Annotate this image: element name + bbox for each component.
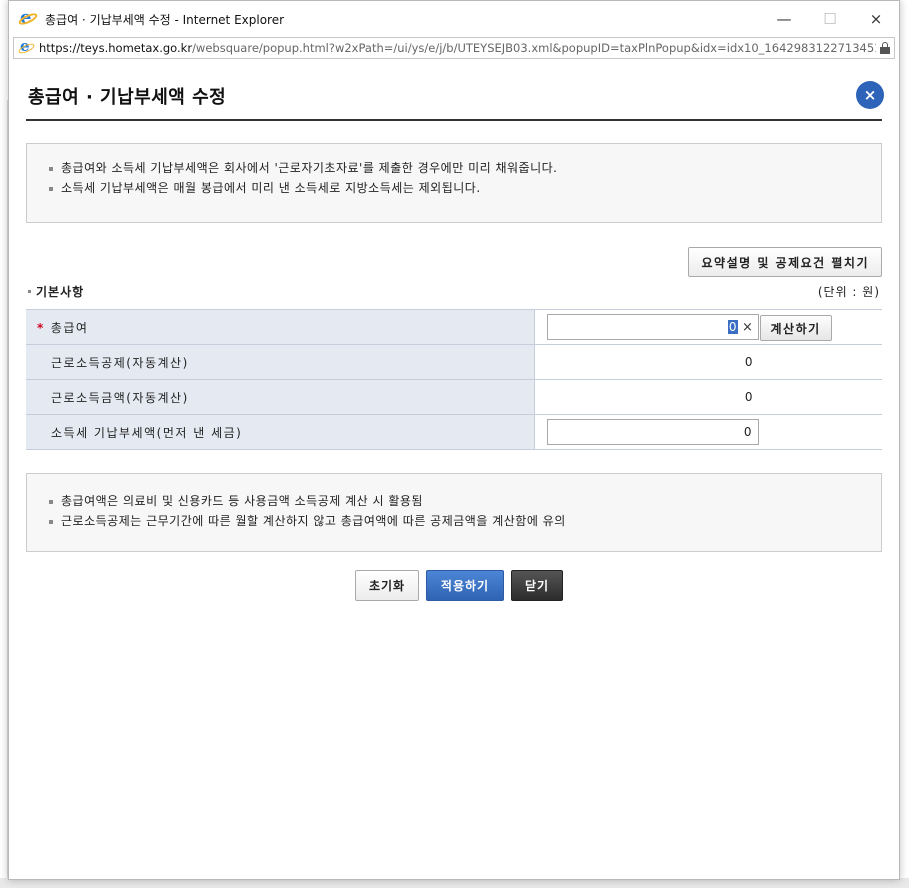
total-salary-label: * 총급여	[26, 309, 535, 345]
section-header: 기본사항 (단위 : 원)	[26, 281, 882, 301]
notice-box-bottom: 총급여액은 의료비 및 신용카드 등 사용금액 소득공제 계산 시 활용됨 근로…	[26, 473, 882, 552]
prepaid-tax-value: 0	[743, 425, 752, 439]
close-button[interactable]: 닫기	[511, 570, 563, 601]
required-mark: *	[37, 320, 45, 335]
table-row: 근로소득공제(자동계산) 0	[26, 344, 882, 380]
notice-item: 소득세 기납부세액은 매월 봉급에서 미리 낸 소득세로 지방소득세는 제외됩니…	[47, 178, 867, 198]
internet-explorer-icon: e	[17, 7, 39, 28]
popup-content: 총급여 · 기납부세액 수정 × 총급여와 소득세 기납부세액은 회사에서 '근…	[26, 67, 884, 601]
reset-button[interactable]: 초기화	[355, 570, 419, 601]
earned-income-amount-cell: 0	[534, 379, 882, 415]
title-bar: e 총급여 · 기납부세액 수정 - Internet Explorer — ☐…	[9, 1, 899, 37]
action-buttons: 초기화 적용하기 닫기	[36, 570, 882, 601]
total-salary-input[interactable]: 0 ×	[546, 314, 759, 340]
clear-icon[interactable]: ×	[738, 320, 758, 335]
table-row: 소득세 기납부세액(먼저 낸 세금) 0	[26, 414, 882, 450]
lock-icon[interactable]	[880, 42, 890, 54]
earned-income-amount-value: 0	[744, 390, 753, 404]
window-controls: — ☐ ×	[761, 1, 899, 37]
notice-box-top: 총급여와 소득세 기납부세액은 회사에서 '근로자기초자료'를 제출한 경우에만…	[26, 143, 882, 223]
maximize-button[interactable]: ☐	[807, 1, 853, 37]
calculate-button[interactable]: 계산하기	[759, 315, 832, 341]
popup-title: 총급여 · 기납부세액 수정	[28, 87, 227, 108]
window-title: 총급여 · 기납부세액 수정 - Internet Explorer	[45, 12, 285, 27]
background-left-edge	[0, 100, 8, 888]
notice-item: 총급여와 소득세 기납부세액은 회사에서 '근로자기초자료'를 제출한 경우에만…	[47, 158, 867, 178]
section-title: 기본사항	[26, 283, 84, 300]
earned-income-deduction-cell: 0	[534, 344, 882, 380]
prepaid-tax-input[interactable]: 0	[546, 419, 759, 445]
internet-explorer-icon: e	[17, 37, 36, 56]
unit-label: (단위 : 원)	[817, 284, 880, 299]
url-text[interactable]: https://teys.hometax.go.kr/websquare/pop…	[39, 41, 876, 55]
popup-header: 총급여 · 기납부세액 수정 ×	[26, 67, 884, 121]
address-bar[interactable]: e https://teys.hometax.go.kr/websquare/p…	[13, 37, 895, 59]
notice-item: 총급여액은 의료비 및 신용카드 등 사용금액 소득공제 계산 시 활용됨	[47, 491, 867, 511]
summary-row: 요약설명 및 공제요건 펼치기	[26, 247, 882, 277]
notice-item: 근로소득공제는 근무기간에 따른 월할 계산하지 않고 총급여액에 따른 공제금…	[47, 511, 867, 531]
earned-income-amount-label: 근로소득금액(자동계산)	[26, 379, 535, 415]
basic-info-table: * 총급여 0 × 계산하기 근로소득공제(자동계산) 0 근로소득금액(자동계산…	[26, 309, 882, 450]
total-salary-cell: 0 × 계산하기	[534, 309, 882, 345]
browser-window: e 총급여 · 기납부세액 수정 - Internet Explorer — ☐…	[8, 0, 900, 880]
earned-income-deduction-label: 근로소득공제(자동계산)	[26, 344, 535, 380]
popup-close-button[interactable]: ×	[856, 81, 884, 109]
table-row: 근로소득금액(자동계산) 0	[26, 379, 882, 415]
prepaid-tax-cell: 0	[534, 414, 882, 450]
total-salary-value: 0	[727, 320, 738, 334]
minimize-button[interactable]: —	[761, 1, 807, 37]
window-close-button[interactable]: ×	[853, 1, 899, 37]
earned-income-deduction-value: 0	[744, 355, 753, 369]
apply-button[interactable]: 적용하기	[426, 570, 504, 601]
expand-summary-button[interactable]: 요약설명 및 공제요건 펼치기	[688, 247, 882, 277]
table-row: * 총급여 0 × 계산하기	[26, 309, 882, 345]
prepaid-tax-label: 소득세 기납부세액(먼저 낸 세금)	[26, 414, 535, 450]
